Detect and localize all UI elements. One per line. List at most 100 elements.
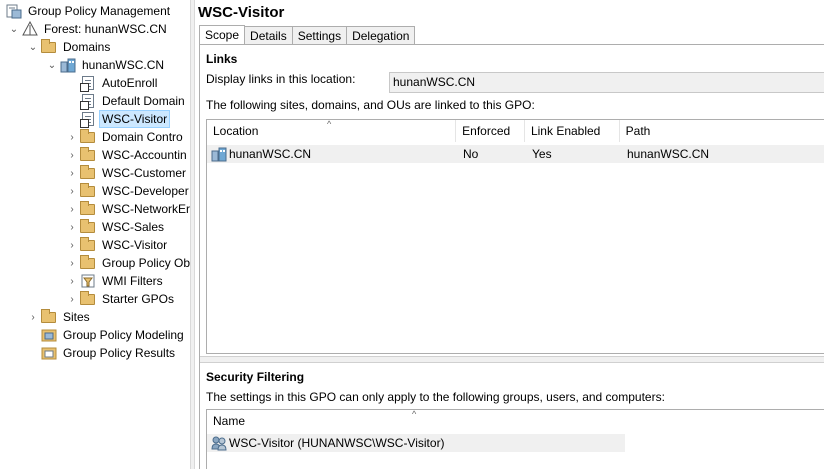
- links-listview[interactable]: ^ Location Enforced Link Enabled Path hu…: [206, 119, 824, 354]
- gpo-link-icon: [80, 111, 96, 128]
- tree-item-domain-controllers[interactable]: › Domain Contro: [64, 128, 185, 146]
- ou-folder-icon: [80, 183, 96, 199]
- tree-item-autoenroll[interactable]: AutoEnroll: [64, 74, 159, 92]
- sort-up-icon: ^: [412, 409, 417, 419]
- column-path[interactable]: Path: [620, 120, 824, 142]
- table-row[interactable]: hunanWSC.CN No Yes hunanWSC.CN: [207, 145, 824, 163]
- ou-folder-icon: [80, 237, 96, 253]
- gpm-console-icon: [6, 3, 22, 19]
- details-pane: WSC-Visitor Scope Details Settings Deleg…: [195, 0, 824, 469]
- tree-item-label: AutoEnroll: [102, 76, 158, 90]
- tree-gp-results[interactable]: Group Policy Results: [25, 344, 177, 362]
- tree-forest[interactable]: ⌄ Forest: hunanWSC.CN: [6, 20, 169, 38]
- tree-item-label: WSC-Customer: [102, 166, 187, 180]
- domains-folder-icon: [41, 39, 57, 55]
- tab-scope[interactable]: Scope: [199, 25, 246, 45]
- group-icon: [211, 435, 227, 451]
- chevron-right-icon[interactable]: ›: [64, 273, 80, 289]
- folder-icon: [80, 255, 96, 271]
- console-tree: Group Policy Management ⌄ Forest: hunanW…: [0, 0, 190, 469]
- display-links-label: Display links in this location:: [206, 72, 356, 86]
- tree-item-wsc-visitor-ou[interactable]: › WSC-Visitor: [64, 236, 169, 254]
- section-splitter[interactable]: [200, 356, 824, 363]
- tree-item-wsc-visitor-link[interactable]: WSC-Visitor: [64, 110, 171, 128]
- cell-link-enabled: Yes: [532, 147, 552, 161]
- chevron-down-icon[interactable]: ⌄: [44, 57, 60, 73]
- tree-item-label: WSC-Sales: [102, 220, 165, 234]
- chevron-right-icon[interactable]: ›: [25, 309, 41, 325]
- security-filtering-listview[interactable]: ^ Name WSC-Visitor (HUNANWSC\WSC-Visitor…: [206, 409, 824, 469]
- tree-item-wsc-developer[interactable]: › WSC-Developer: [64, 182, 190, 200]
- column-link-enabled[interactable]: Link Enabled: [525, 120, 620, 142]
- scope-tab-panel: Links Display links in this location: hu…: [199, 44, 824, 469]
- tree-item-label: WSC-NetworkEr: [102, 202, 190, 216]
- tree-item-wsc-accounting[interactable]: › WSC-Accountin: [64, 146, 189, 164]
- domain-icon: [60, 57, 76, 73]
- gpo-link-icon: [80, 93, 96, 110]
- cell-location: hunanWSC.CN: [207, 146, 457, 162]
- chevron-down-icon[interactable]: ⌄: [25, 39, 41, 55]
- cell-path: hunanWSC.CN: [627, 147, 710, 161]
- tree-root-label: Group Policy Management: [28, 4, 171, 18]
- ou-folder-icon: [80, 201, 96, 217]
- tree-item-label: WMI Filters: [102, 274, 163, 288]
- domain-icon: [211, 146, 227, 162]
- tree-item-wmi-filters[interactable]: › WMI Filters: [64, 272, 165, 290]
- column-name[interactable]: ^ Name: [207, 410, 625, 432]
- tree-domains[interactable]: ⌄ Domains: [25, 38, 112, 56]
- folder-icon: [80, 291, 96, 307]
- forest-icon: [22, 20, 38, 37]
- tree-sites[interactable]: › Sites: [25, 308, 92, 326]
- chevron-right-icon[interactable]: ›: [64, 165, 80, 181]
- tree-results-label: Group Policy Results: [63, 346, 176, 360]
- column-location[interactable]: ^ Location: [207, 119, 457, 142]
- gpo-title: WSC-Visitor: [198, 4, 285, 21]
- tree-item-starter-gpos[interactable]: › Starter GPOs: [64, 290, 176, 308]
- tree-item-wsc-networkengineer[interactable]: › WSC-NetworkEr: [64, 200, 190, 218]
- tree-item-label: WSC-Visitor: [102, 238, 168, 252]
- sites-folder-icon: [41, 309, 57, 325]
- chevron-right-icon[interactable]: ›: [64, 291, 80, 307]
- wmi-filter-icon: [80, 273, 96, 289]
- tree-domains-label: Domains: [63, 40, 111, 54]
- chevron-right-icon[interactable]: ›: [64, 201, 80, 217]
- tree-item-label: WSC-Accountin: [102, 148, 187, 162]
- tree-item-default-domain[interactable]: Default Domain: [64, 92, 187, 110]
- chevron-right-icon[interactable]: ›: [64, 255, 80, 271]
- tab-details[interactable]: Details: [245, 26, 293, 45]
- table-row[interactable]: WSC-Visitor (HUNANWSC\WSC-Visitor): [207, 434, 625, 452]
- chevron-right-icon[interactable]: ›: [64, 237, 80, 253]
- ou-folder-icon: [80, 129, 96, 145]
- tree-item-label: Default Domain: [102, 94, 185, 108]
- links-heading: Links: [206, 52, 238, 66]
- tree-sites-label: Sites: [63, 310, 90, 324]
- tree-item-label: Domain Contro: [102, 130, 183, 144]
- ou-folder-icon: [80, 165, 96, 181]
- cell-enforced: No: [463, 147, 479, 161]
- chevron-right-icon[interactable]: ›: [64, 147, 80, 163]
- ou-folder-icon: [80, 147, 96, 163]
- column-enforced[interactable]: Enforced: [456, 120, 525, 142]
- modeling-icon: [41, 327, 57, 343]
- tree-root-gpm[interactable]: Group Policy Management: [6, 2, 172, 20]
- tree-gp-modeling[interactable]: Group Policy Modeling: [25, 326, 186, 344]
- tab-delegation[interactable]: Delegation: [347, 26, 416, 45]
- location-select[interactable]: hunanWSC.CN: [389, 72, 824, 93]
- tab-settings[interactable]: Settings: [292, 26, 348, 45]
- tree-domain-label: hunanWSC.CN: [82, 58, 165, 72]
- results-icon: [41, 345, 57, 361]
- chevron-right-icon[interactable]: ›: [64, 183, 80, 199]
- tree-item-gpo-objects[interactable]: › Group Policy Ob: [64, 254, 190, 272]
- tree-item-wsc-customer[interactable]: › WSC-Customer: [64, 164, 188, 182]
- tree-domain[interactable]: ⌄ hunanWSC.CN: [44, 56, 166, 74]
- links-description: The following sites, domains, and OUs ar…: [206, 98, 535, 112]
- chevron-right-icon[interactable]: ›: [64, 129, 80, 145]
- sort-up-icon: ^: [327, 119, 332, 129]
- chevron-right-icon[interactable]: ›: [64, 219, 80, 235]
- cell-name: WSC-Visitor (HUNANWSC\WSC-Visitor): [207, 435, 625, 451]
- tree-item-wsc-sales[interactable]: › WSC-Sales: [64, 218, 166, 236]
- links-header: ^ Location Enforced Link Enabled Path: [207, 120, 824, 142]
- security-filtering-heading: Security Filtering: [206, 370, 305, 384]
- tree-forest-label: Forest: hunanWSC.CN: [44, 22, 167, 36]
- chevron-down-icon[interactable]: ⌄: [6, 21, 22, 37]
